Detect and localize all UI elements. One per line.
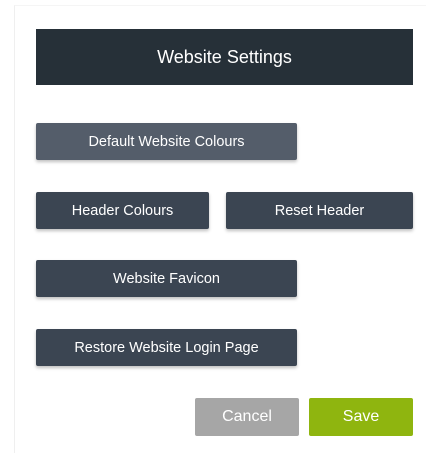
page-title: Website Settings (157, 46, 292, 67)
restore-login-page-button[interactable]: Restore Website Login Page (36, 329, 297, 366)
default-website-colours-button[interactable]: Default Website Colours (36, 123, 297, 160)
website-favicon-button[interactable]: Website Favicon (36, 260, 297, 297)
cancel-button[interactable]: Cancel (195, 398, 299, 436)
save-button[interactable]: Save (309, 398, 413, 436)
settings-header: Website Settings (36, 29, 413, 85)
reset-header-button[interactable]: Reset Header (226, 192, 413, 229)
header-colours-button[interactable]: Header Colours (36, 192, 209, 229)
